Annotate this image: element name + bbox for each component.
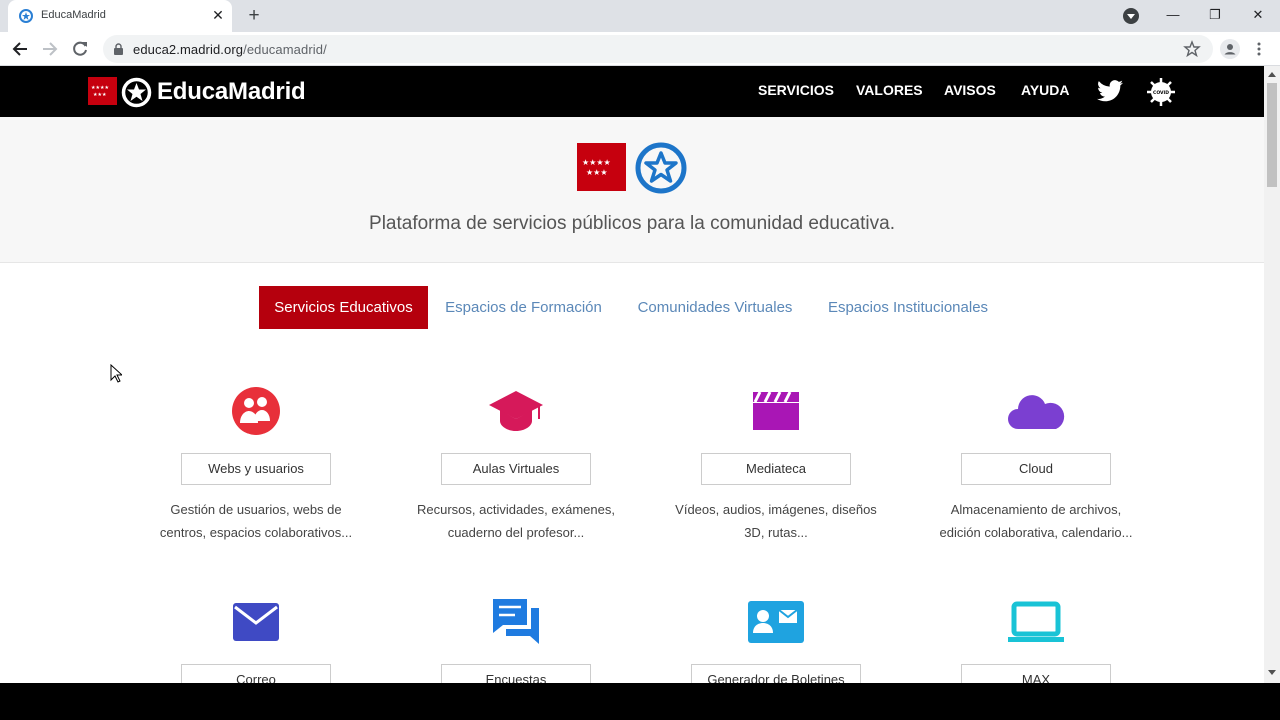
max-button[interactable]: MAX bbox=[961, 664, 1111, 683]
browser-toolbar: educa2.madrid.org/educamadrid/ bbox=[0, 32, 1280, 66]
tab-comunidades-virtuales[interactable]: Comunidades Virtuales bbox=[626, 286, 804, 329]
cloud-desc-line2: edición colaborativa, calendario... bbox=[939, 525, 1133, 540]
service-webs-usuarios: Webs y usuarios Gestión de usuarios, web… bbox=[126, 385, 386, 545]
scroll-thumb[interactable] bbox=[1267, 83, 1277, 187]
site-header: ★★★★ ★★★ EducaMadrid SERVICIOS VALORES AV… bbox=[0, 66, 1264, 117]
madrid-flag-logo[interactable]: ★★★★ ★★★ bbox=[88, 77, 117, 105]
tab-espacios-institucionales[interactable]: Espacios Institucionales bbox=[818, 286, 998, 329]
url-path: /educamadrid/ bbox=[243, 42, 327, 57]
svg-text:★★★: ★★★ bbox=[586, 168, 608, 177]
webs-usuarios-desc-line1: Gestión de usuarios, webs de bbox=[170, 502, 342, 517]
covid-virus-icon[interactable]: COVID bbox=[1146, 77, 1176, 107]
mouse-cursor-icon bbox=[110, 364, 122, 383]
tab-servicios-educativos[interactable]: Servicios Educativos bbox=[259, 286, 428, 329]
account-icon[interactable] bbox=[1220, 39, 1240, 59]
scroll-down-arrow-icon[interactable] bbox=[1268, 670, 1276, 675]
tab-search-icon[interactable] bbox=[1123, 8, 1139, 24]
kebab-menu-icon[interactable] bbox=[1250, 40, 1268, 58]
hero-tagline: Plataforma de servicios públicos para la… bbox=[369, 213, 895, 234]
url-host: educa2.madrid.org bbox=[133, 42, 244, 57]
screen-bottom-bar bbox=[0, 683, 1280, 720]
madrid-flag-icon: ★★★★ ★★★ bbox=[577, 143, 626, 191]
tab-espacios-formacion[interactable]: Espacios de Formación bbox=[436, 286, 611, 329]
seven-stars-icon: ★★★★★★★ bbox=[582, 158, 611, 177]
nav-ayuda[interactable]: AYUDA bbox=[1021, 82, 1070, 98]
window-close-button[interactable]: ✕ bbox=[1245, 4, 1271, 26]
forward-arrow-icon[interactable] bbox=[39, 38, 61, 60]
minimize-button[interactable]: — bbox=[1160, 4, 1186, 26]
educamadrid-star-logo-icon[interactable] bbox=[121, 77, 152, 108]
cloud-icon[interactable] bbox=[1006, 385, 1066, 437]
scroll-up-arrow-icon[interactable] bbox=[1268, 72, 1276, 77]
service-mediateca: Mediateca Vídeos, audios, imágenes, dise… bbox=[646, 385, 906, 545]
contact-card-icon[interactable] bbox=[746, 596, 806, 648]
service-encuestas: Encuestas bbox=[386, 596, 646, 683]
browser-tab[interactable]: EducaMadrid ✕ bbox=[8, 0, 232, 32]
educamadrid-favicon-icon bbox=[19, 9, 33, 23]
hero-banner: ★★★★ ★★★ Plataforma de servicios públicos… bbox=[0, 117, 1264, 263]
service-correo: Correo bbox=[126, 596, 386, 683]
cloud-button[interactable]: Cloud bbox=[961, 453, 1111, 485]
svg-text:★★★★: ★★★★ bbox=[582, 158, 611, 167]
lock-icon bbox=[114, 43, 123, 55]
reload-icon[interactable] bbox=[69, 38, 91, 60]
svg-text:★★★: ★★★ bbox=[93, 92, 107, 98]
graduation-cap-icon[interactable] bbox=[486, 385, 546, 437]
address-bar[interactable]: educa2.madrid.org/educamadrid/ bbox=[103, 35, 1213, 63]
encuestas-button[interactable]: Encuestas bbox=[441, 664, 591, 683]
tab-title: EducaMadrid bbox=[41, 9, 106, 21]
mediateca-desc-line2: 3D, rutas... bbox=[744, 525, 808, 540]
nav-servicios[interactable]: SERVICIOS bbox=[758, 82, 834, 98]
mediateca-desc-line1: Vídeos, audios, imágenes, diseños bbox=[675, 502, 877, 517]
svg-text:★★★★: ★★★★ bbox=[91, 85, 109, 91]
laptop-icon[interactable] bbox=[1006, 596, 1066, 648]
nav-valores[interactable]: VALORES bbox=[856, 82, 923, 98]
browser-window: EducaMadrid ✕ + — ❐ ✕ educa2.madrid.org/… bbox=[0, 0, 1280, 683]
bookmark-star-icon[interactable] bbox=[1183, 40, 1201, 58]
aulas-virtuales-button[interactable]: Aulas Virtuales bbox=[441, 453, 591, 485]
aulas-virtuales-desc-line1: Recursos, actividades, exámenes, bbox=[417, 502, 615, 517]
clapperboard-icon[interactable] bbox=[746, 385, 806, 437]
nav-avisos[interactable]: AVISOS bbox=[944, 82, 996, 98]
url-text: educa2.madrid.org/educamadrid/ bbox=[133, 42, 327, 57]
restore-button[interactable]: ❐ bbox=[1202, 4, 1228, 26]
back-arrow-icon[interactable] bbox=[9, 38, 31, 60]
stars-icon: ★★★★★★★ bbox=[91, 85, 109, 98]
generador-boletines-button[interactable]: Generador de Boletines bbox=[691, 664, 861, 683]
covid-label: COVID bbox=[1153, 90, 1169, 96]
service-cloud: Cloud Almacenamiento de archivos, edició… bbox=[906, 385, 1166, 545]
cloud-desc-line1: Almacenamiento de archivos, bbox=[950, 502, 1122, 517]
section-tabs: Servicios Educativos Espacios de Formaci… bbox=[0, 286, 1264, 329]
page-scrollbar[interactable] bbox=[1264, 66, 1280, 683]
chat-bubbles-icon[interactable] bbox=[486, 596, 546, 648]
tab-close-icon[interactable]: ✕ bbox=[210, 7, 226, 23]
aulas-virtuales-desc-line2: cuaderno del profesor... bbox=[447, 525, 585, 540]
webs-usuarios-button[interactable]: Webs y usuarios bbox=[181, 453, 331, 485]
service-generador-boletines: Generador de Boletines bbox=[646, 596, 906, 683]
service-aulas-virtuales: Aulas Virtuales Recursos, actividades, e… bbox=[386, 385, 646, 545]
educamadrid-emblem-icon bbox=[635, 142, 687, 194]
users-group-icon[interactable] bbox=[226, 385, 286, 437]
brand-logo-text[interactable]: EducaMadrid bbox=[157, 78, 306, 106]
webs-usuarios-desc-line2: centros, espacios colaborativos... bbox=[159, 525, 353, 540]
new-tab-button[interactable]: + bbox=[244, 6, 264, 26]
twitter-icon[interactable] bbox=[1097, 79, 1123, 103]
tab-strip: EducaMadrid ✕ + — ❐ ✕ bbox=[0, 0, 1280, 32]
service-max: MAX bbox=[906, 596, 1166, 683]
envelope-icon[interactable] bbox=[226, 596, 286, 648]
correo-button[interactable]: Correo bbox=[181, 664, 331, 683]
mediateca-button[interactable]: Mediateca bbox=[701, 453, 851, 485]
